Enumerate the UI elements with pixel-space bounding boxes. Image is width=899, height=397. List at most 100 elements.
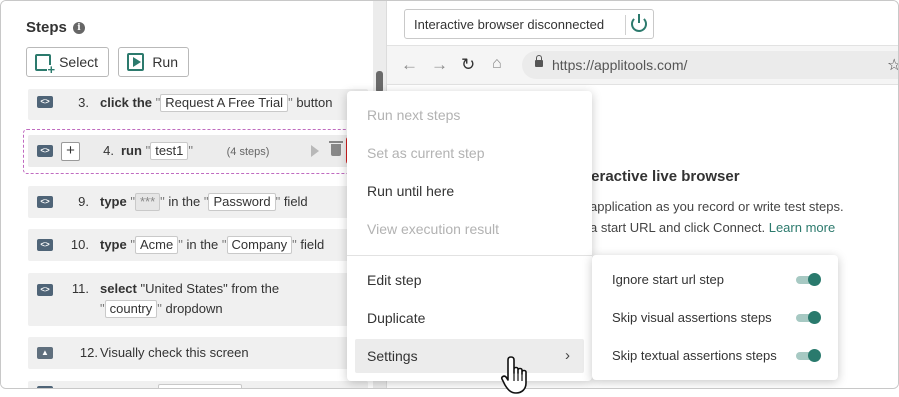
step-rest: dropdown <box>165 301 223 316</box>
step-text-line2: " country " dropdown <box>100 300 223 318</box>
url-bar[interactable]: https://applitools.com/ <box>522 51 898 79</box>
select-button[interactable]: Select <box>26 47 109 77</box>
ignore-start-url-toggle[interactable] <box>796 273 821 286</box>
code-icon: <> <box>37 196 53 208</box>
step-text: run " test1 " (4 steps) <box>121 142 269 161</box>
power-icon[interactable] <box>631 14 647 32</box>
select-icon <box>35 53 56 75</box>
step-mid: in the <box>186 237 219 252</box>
step-text: type " Acme " in the " Company " field <box>100 236 324 254</box>
scrollbar-thumb[interactable] <box>376 71 383 93</box>
quote: " <box>275 194 281 209</box>
app-window: Steps i Select Run <> 3. click the "Requ… <box>0 0 899 389</box>
run-button[interactable]: Run <box>118 47 189 77</box>
step-value-2[interactable]: Company <box>226 236 293 254</box>
quote: " <box>178 237 183 252</box>
step-number: 10. <box>70 237 89 252</box>
step-row[interactable]: <> 9. type " *** " in the " Password " field <box>28 186 368 218</box>
menu-item-run-next-steps[interactable]: Run next steps <box>347 98 592 132</box>
quote: " <box>188 143 194 158</box>
skip-textual-assertions-toggle[interactable] <box>796 349 821 362</box>
step-row[interactable]: ▲ 12. Visually check this screen <box>28 337 368 369</box>
code-icon: <> <box>37 386 53 388</box>
quote: " <box>100 301 105 316</box>
forward-icon[interactable]: → <box>431 55 448 75</box>
code-icon: <> <box>37 239 53 251</box>
step-verb: click the <box>100 95 153 110</box>
step-row[interactable]: <> 3. click the " Request A Free Trial " b… <box>28 89 368 120</box>
learn-more-link[interactable]: Learn more <box>769 220 835 235</box>
hand-cursor-icon <box>501 356 527 394</box>
menu-item-set-current-step[interactable]: Set as current step <box>347 136 592 170</box>
menu-item-settings[interactable]: Settings › <box>355 339 584 373</box>
expand-button[interactable]: + <box>61 142 80 161</box>
back-icon[interactable]: ← <box>401 55 418 75</box>
quote: " <box>292 237 297 252</box>
step-verb: run <box>121 143 142 158</box>
step-number: 12. <box>79 345 98 360</box>
play-icon[interactable] <box>311 145 319 157</box>
step-line1: "United States" from the <box>140 281 280 296</box>
step-number: 3. <box>78 95 89 110</box>
step-value[interactable]: country <box>104 300 158 318</box>
step-verb: type <box>100 237 127 252</box>
step-value-2[interactable]: Password <box>208 193 276 211</box>
step-rest: field <box>283 194 308 209</box>
connection-status-label: Interactive browser disconnected <box>414 16 605 32</box>
menu-divider <box>347 255 592 256</box>
step-row[interactable]: <> 10. type " Acme " in the " Company " fiel… <box>28 229 368 261</box>
quote: " <box>160 194 165 209</box>
home-icon[interactable]: ⌂ <box>492 55 502 73</box>
quote: " <box>221 237 227 252</box>
submenu-item-label: Ignore start url step <box>612 272 724 287</box>
step-verb: type <box>100 194 127 209</box>
menu-item-settings-label: Settings <box>367 348 418 364</box>
step-value[interactable]: Acme <box>134 236 179 254</box>
menu-item-run-until-here[interactable]: Run until here <box>347 174 592 208</box>
menu-item-view-execution-result[interactable]: View execution result <box>347 212 592 246</box>
step-value <box>158 384 242 388</box>
settings-submenu: Ignore start url step Skip visual assert… <box>592 255 838 380</box>
lock-icon <box>535 55 543 67</box>
code-icon: <> <box>37 145 53 157</box>
step-row-group[interactable]: <> + 4. run " test1 " (4 steps) <box>28 135 378 167</box>
step-value[interactable]: test1 <box>150 142 189 160</box>
step-value[interactable]: *** <box>134 193 161 211</box>
step-text: click the " Request A Free Trial " button <box>100 94 332 112</box>
step-text: Visually check this screen <box>100 345 249 360</box>
divider <box>625 15 626 35</box>
step-row[interactable]: <> 11. select "United States" from the "… <box>28 273 368 326</box>
step-mid: in the <box>168 194 201 209</box>
context-menu: Run next steps Set as current step Run u… <box>347 91 592 381</box>
steps-panel: Steps i Select Run <> 3. click the "Requ… <box>1 1 383 388</box>
live-browser-text-part: a start URL and click Connect. <box>590 220 766 235</box>
code-icon: <> <box>37 284 53 296</box>
step-count: (4 steps) <box>226 146 270 158</box>
trash-icon[interactable] <box>329 141 343 156</box>
url-text: https://applitools.com/ <box>552 57 688 73</box>
menu-item-duplicate[interactable]: Duplicate <box>347 301 592 335</box>
step-rest: button <box>296 95 333 110</box>
step-row[interactable]: <> <box>28 381 368 388</box>
live-browser-title: nteractive live browser <box>577 168 740 185</box>
browser-toolbar: ← → ↻ ⌂ https://applitools.com/ ☆ <box>387 45 898 85</box>
bookmark-star-icon[interactable]: ☆ <box>887 55 898 75</box>
info-icon[interactable]: i <box>73 22 85 34</box>
step-text: type " *** " in the " Password " field <box>100 193 308 211</box>
quote: " <box>157 301 162 316</box>
reload-icon[interactable]: ↻ <box>461 55 475 75</box>
image-icon: ▲ <box>37 347 53 359</box>
quote: " <box>288 95 293 110</box>
step-number: 4. <box>103 143 114 158</box>
submenu-item-label: Skip visual assertions steps <box>612 310 772 325</box>
skip-visual-assertions-toggle[interactable] <box>796 311 821 324</box>
live-browser-text: application as you record or write test … <box>590 199 844 214</box>
step-value[interactable]: Request A Free Trial <box>160 94 289 112</box>
play-icon <box>127 53 145 71</box>
menu-item-edit-step[interactable]: Edit step <box>347 263 592 297</box>
step-verb: select <box>100 281 137 296</box>
panel-title: Steps <box>26 19 67 36</box>
live-browser-text: a start URL and click Connect. Learn mor… <box>590 220 835 235</box>
submenu-item-label: Skip textual assertions steps <box>612 348 777 363</box>
connection-status: Interactive browser disconnected <box>404 9 654 39</box>
